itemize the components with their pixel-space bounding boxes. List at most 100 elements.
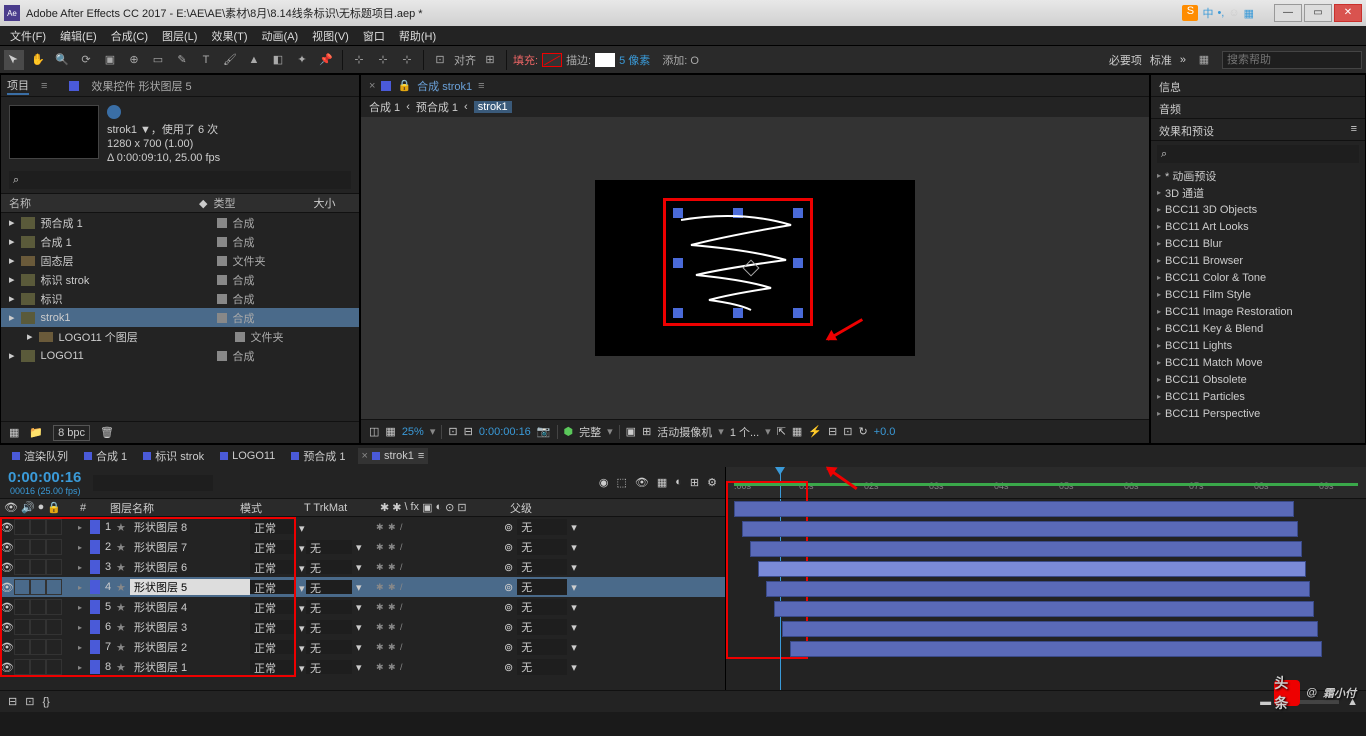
audio-col-icon[interactable]: 🔊 bbox=[21, 501, 35, 514]
zoom-select[interactable]: 25% bbox=[402, 426, 424, 438]
preset-item[interactable]: ▸BCC11 Particles bbox=[1151, 388, 1365, 405]
timeline-tab[interactable]: 合成 1 bbox=[80, 446, 131, 466]
comp-close-icon[interactable]: × bbox=[369, 80, 375, 92]
menu-file[interactable]: 文件(F) bbox=[4, 26, 52, 46]
help-search[interactable] bbox=[1222, 51, 1362, 69]
preset-item[interactable]: ▸BCC11 Art Looks bbox=[1151, 218, 1365, 235]
header-parent[interactable]: 父级 bbox=[510, 500, 590, 516]
work-area-bar[interactable] bbox=[734, 483, 1358, 486]
header-trkmat[interactable]: T TrkMat bbox=[304, 502, 380, 514]
col-type[interactable]: 类型 bbox=[213, 195, 313, 211]
menu-comp[interactable]: 合成(C) bbox=[105, 26, 154, 46]
menu-effect[interactable]: 效果(T) bbox=[205, 26, 253, 46]
preset-item[interactable]: ▸* 动画预设 bbox=[1151, 167, 1365, 184]
world-axis-icon[interactable]: ⊹ bbox=[373, 50, 393, 70]
camera-select[interactable]: 活动摄像机 bbox=[657, 424, 712, 440]
fill-swatch[interactable] bbox=[542, 53, 562, 67]
layer-bar[interactable] bbox=[782, 621, 1318, 637]
roi-icon[interactable]: ▣ bbox=[626, 425, 636, 438]
menu-view[interactable]: 视图(V) bbox=[306, 26, 355, 46]
share-icon[interactable]: ⇱ bbox=[777, 425, 786, 438]
rotate-tool[interactable]: ⟳ bbox=[76, 50, 96, 70]
effect-controls-tab[interactable]: 效果控件 形状图层 5 bbox=[91, 78, 191, 94]
stroke-swatch[interactable] bbox=[595, 53, 615, 67]
layer-bar[interactable] bbox=[790, 641, 1322, 657]
workspace-standard[interactable]: 标准 bbox=[1150, 52, 1172, 68]
col-size[interactable]: 大小 bbox=[313, 195, 335, 211]
header-mode[interactable]: 模式 bbox=[240, 500, 304, 516]
composition-canvas[interactable] bbox=[595, 180, 915, 356]
zoom-out-icon[interactable]: ▬ bbox=[1260, 696, 1271, 708]
graph-icon[interactable]: ⊞ bbox=[690, 476, 699, 489]
comp-mini-flow-icon[interactable]: ◉ bbox=[599, 476, 609, 489]
preset-list[interactable]: ▸* 动画预设▸3D 通道▸BCC11 3D Objects▸BCC11 Art… bbox=[1151, 167, 1365, 443]
menu-help[interactable]: 帮助(H) bbox=[393, 26, 442, 46]
crumb-2[interactable]: 预合成 1 bbox=[416, 99, 458, 115]
puppet-tool[interactable]: 📌 bbox=[316, 50, 336, 70]
res-half-icon[interactable]: ⊟ bbox=[464, 425, 473, 438]
timeline-tab[interactable]: ×strok1 ≡ bbox=[358, 448, 429, 464]
trash-icon[interactable]: 🗑 bbox=[100, 426, 114, 439]
project-item[interactable]: ▸strok1合成 bbox=[1, 308, 359, 327]
snapshot-icon[interactable]: 📷 bbox=[537, 425, 551, 438]
layer-bars-area[interactable] bbox=[726, 499, 1366, 690]
camera-tool[interactable]: ▣ bbox=[100, 50, 120, 70]
toggle-in-out-icon[interactable]: {} bbox=[42, 696, 49, 708]
preset-item[interactable]: ▸BCC11 Browser bbox=[1151, 252, 1365, 269]
effects-panel-tab[interactable]: 效果和预设 ≡ bbox=[1151, 119, 1365, 141]
project-item[interactable]: ▸预合成 1合成 bbox=[1, 213, 359, 232]
brush-tool[interactable]: 🖌 bbox=[220, 50, 240, 70]
timeline-layer-row[interactable]: 👁▸5★形状图层 4正常 ▾无 ▾✱✱/⊚ 无 ▾ bbox=[0, 597, 725, 617]
timeline-layer-list[interactable]: 👁▸1★形状图层 8正常 ▾✱✱/⊚ 无 ▾👁▸2★形状图层 7正常 ▾无 ▾✱… bbox=[0, 517, 725, 690]
info-panel-tab[interactable]: 信息 bbox=[1151, 75, 1365, 97]
ime-face[interactable]: ☺ bbox=[1228, 7, 1239, 19]
timeline-track-pane[interactable]: :00s01s02s03s04s05s06s07s08s09s bbox=[726, 467, 1366, 690]
timeline-layer-row[interactable]: 👁▸4★形状图层 5正常 ▾无 ▾✱✱/⊚ 无 ▾ bbox=[0, 577, 725, 597]
crumb-3[interactable]: strok1 bbox=[474, 101, 512, 113]
exposure-value[interactable]: +0.0 bbox=[874, 426, 896, 438]
views-select[interactable]: 1 个... bbox=[730, 424, 759, 440]
workspace-essentials[interactable]: 必要项 bbox=[1109, 52, 1142, 68]
brainstorm-icon[interactable]: ⚙ bbox=[707, 476, 717, 489]
local-axis-icon[interactable]: ⊹ bbox=[349, 50, 369, 70]
project-item[interactable]: ▸标识合成 bbox=[1, 289, 359, 308]
timeline-tab[interactable]: 预合成 1 bbox=[287, 446, 349, 466]
reset-exp-icon[interactable]: ↻ bbox=[858, 425, 867, 438]
comp-menu-icon[interactable]: ≡ bbox=[478, 80, 484, 92]
timeline-layer-row[interactable]: 👁▸7★形状图层 2正常 ▾无 ▾✱✱/⊚ 无 ▾ bbox=[0, 637, 725, 657]
project-item[interactable]: ▸LOGO11合成 bbox=[1, 346, 359, 365]
preset-item[interactable]: ▸BCC11 Lights bbox=[1151, 337, 1365, 354]
stamp-tool[interactable]: ▲ bbox=[244, 50, 264, 70]
fast-preview-icon[interactable]: ⚡ bbox=[808, 425, 822, 438]
preset-search[interactable]: ⌕ bbox=[1157, 145, 1359, 163]
current-time[interactable]: 0:00:00:16 bbox=[8, 469, 81, 486]
composition-viewer[interactable] bbox=[361, 117, 1149, 419]
preset-item[interactable]: ▸BCC11 3D Objects bbox=[1151, 201, 1365, 218]
preset-item[interactable]: ▸BCC11 Color & Tone bbox=[1151, 269, 1365, 286]
ime-cn[interactable]: 中 bbox=[1202, 5, 1213, 21]
draft3d-icon[interactable]: ⬚ bbox=[616, 476, 626, 489]
workspace-more[interactable]: » bbox=[1180, 54, 1186, 66]
timeline-search[interactable] bbox=[93, 475, 213, 491]
text-tool[interactable]: T bbox=[196, 50, 216, 70]
stroke-px[interactable]: 5 像素 bbox=[619, 52, 650, 68]
res-select[interactable]: 完整 bbox=[579, 424, 601, 440]
audio-panel-tab[interactable]: 音频 bbox=[1151, 97, 1365, 119]
timeline-tab[interactable]: 标识 strok bbox=[139, 446, 208, 466]
new-folder-icon[interactable]: 📁 bbox=[29, 426, 43, 439]
preset-item[interactable]: ▸BCC11 Obsolete bbox=[1151, 371, 1365, 388]
preset-item[interactable]: ▸3D 通道 bbox=[1151, 184, 1365, 201]
frame-blend-icon[interactable]: ▦ bbox=[657, 476, 667, 489]
preset-item[interactable]: ▸BCC11 Match Move bbox=[1151, 354, 1365, 371]
col-name[interactable]: 名称 bbox=[9, 195, 199, 211]
toggle-alpha-icon[interactable]: ▦ bbox=[385, 425, 395, 438]
project-item[interactable]: ▸标识 strok合成 bbox=[1, 270, 359, 289]
effects-menu-icon[interactable]: ≡ bbox=[1351, 123, 1357, 136]
pen-tool[interactable]: ✎ bbox=[172, 50, 192, 70]
res-full-icon[interactable]: ⊡ bbox=[448, 425, 457, 438]
comp-tab-name[interactable]: 合成 strok1 bbox=[417, 78, 472, 94]
shy-icon[interactable]: 👁 bbox=[635, 476, 649, 489]
channel-icon[interactable]: ⬢ bbox=[564, 425, 574, 438]
project-item[interactable]: ▸固态层文件夹 bbox=[1, 251, 359, 270]
timeline-tab[interactable]: LOGO11 bbox=[216, 448, 279, 464]
